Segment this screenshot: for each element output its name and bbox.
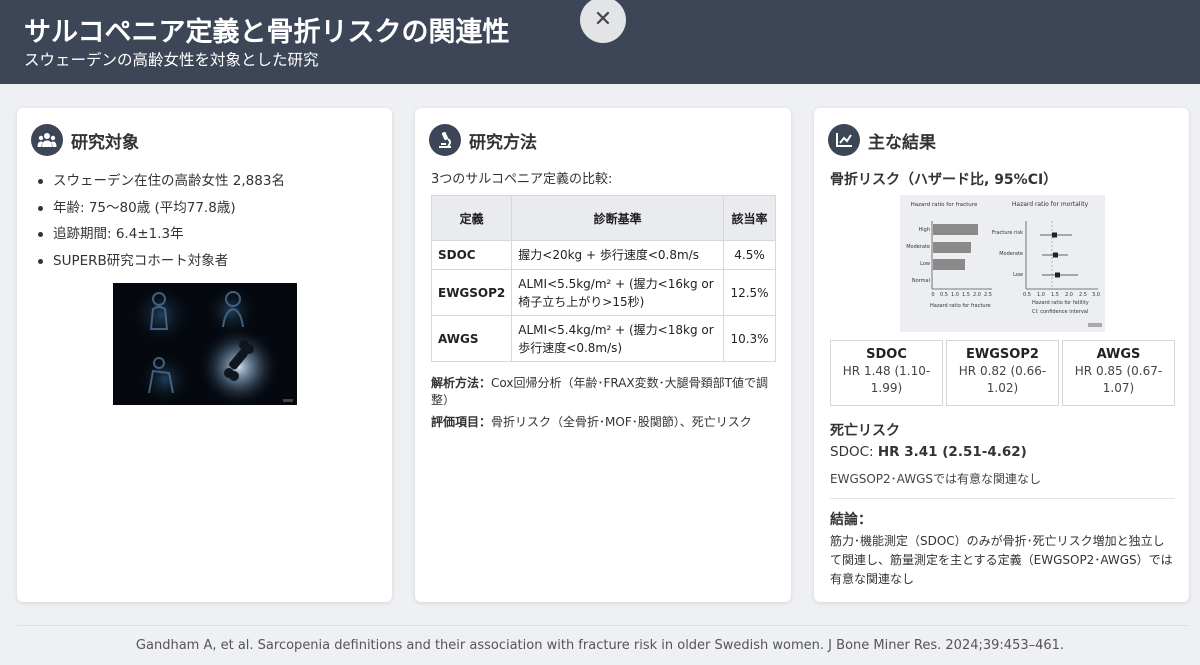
point (1055, 272, 1060, 278)
definition-name: AWGS (430, 315, 513, 362)
mortality-prefix: SDOC: (830, 444, 878, 460)
line-chart-icon (828, 124, 860, 156)
right-row-label: Fracture risk (992, 230, 1023, 236)
citation: Gandham A, et al. Sarcopenia definitions… (135, 638, 1065, 653)
list-item: スウェーデン在住の高齢女性 2,883名 (37, 168, 377, 195)
column-header: 定義 (430, 195, 513, 241)
definition-name: SDOC (866, 347, 907, 362)
table-row: SDOC 握力<20kg + 歩行速度<0.8m/s 4.5% (430, 240, 776, 270)
left-x-label: Hazard ratio for fracture (930, 303, 991, 309)
comparison-intro: 3つのサルコペニア定義の比較: (431, 172, 613, 187)
tick-label: 3.0 (1092, 292, 1100, 298)
tick-label: 1.0 (951, 292, 959, 298)
hazard-ratio: HR 0.85 (0.67-1.07) (1074, 364, 1163, 395)
outcome-label: 評価項目： (431, 415, 492, 429)
mortality-risk-label: 死亡リスク (830, 423, 900, 439)
bar (933, 224, 978, 235)
tick-label: 2.0 (973, 292, 981, 298)
analysis-method: 解析方法：Cox回帰分析（年齢･FRAX変数･大腿骨頚部T値で調整） (431, 375, 776, 409)
page-title: サルコペニア定義と骨折リスクの関連性 (24, 17, 510, 48)
card-title: 主な結果 (868, 132, 936, 153)
table-header-row: 定義 診断基準 該当率 (430, 195, 776, 241)
hr-card-ewgsop2: EWGSOP2 HR 0.82 (0.66-1.02) (946, 340, 1059, 406)
mortality-hr: SDOC: HR 3.41 (2.51-4.62) (830, 444, 1027, 460)
diagnostic-criteria: 握力<20kg + 歩行速度<0.8m/s (511, 240, 724, 270)
right-figure-title: Hazard ratio for mortality (1012, 201, 1089, 208)
microscope-icon (429, 124, 461, 156)
card-title: 研究対象 (71, 132, 139, 153)
outcome-text: 骨折リスク（全骨折･MOF･股関節）、死亡リスク (491, 415, 752, 429)
definition-name: EWGSOP2 (966, 347, 1039, 362)
left-row-label: Low (920, 261, 930, 267)
card-header: 主な結果 (828, 124, 936, 156)
tick-label: 1.5 (962, 292, 970, 298)
card-title: 研究方法 (469, 132, 537, 153)
definition-name: AWGS (1096, 347, 1141, 362)
point (1053, 252, 1058, 258)
definition-name: EWGSOP2 (430, 269, 513, 316)
prevalence: 4.5% (723, 240, 776, 270)
left-row-label: Normal (912, 278, 930, 284)
list-item: SUPERB研究コホート対象者 (37, 248, 377, 275)
tick-label: 1.0 (1037, 292, 1045, 298)
users-icon (31, 124, 63, 156)
tick-label: 2.5 (984, 292, 992, 298)
list-item: 追跡期間: 6.4±1.3年 (37, 221, 377, 248)
diagnostic-criteria: ALMI<5.5kg/m² + (握力<16kg or 椅子立ち上がり>15秒) (511, 269, 724, 316)
prevalence: 12.5% (723, 269, 776, 316)
left-row-label: Moderate (906, 244, 930, 250)
subject-list: スウェーデン在住の高齢女性 2,883名 年齢: 75～80歳 (平均77.8歳… (37, 168, 377, 274)
hazard-ratio: HR 0.82 (0.66-1.02) (958, 364, 1047, 395)
tick-label: 2.0 (1065, 292, 1073, 298)
column-header: 診断基準 (511, 195, 724, 241)
mortality-value: HR 3.41 (2.51-4.62) (877, 444, 1027, 460)
definitions-table: 定義 診断基準 該当率 SDOC 握力<20kg + 歩行速度<0.8m/s 4… (430, 195, 776, 362)
diagnostic-criteria: ALMI<5.4kg/m² + (握力<18kg or 歩行速度<0.8m/s) (511, 315, 724, 362)
column-header: 該当率 (723, 195, 776, 241)
hr-card-sdoc: SDOC HR 1.48 (1.10-1.99) (830, 340, 943, 406)
hr-card-awgs: AWGS HR 0.85 (0.67-1.07) (1062, 340, 1175, 406)
study-subjects-card: 研究対象 スウェーデン在住の高齢女性 2,883名 年齢: 75～80歳 (平均… (17, 108, 392, 602)
hazard-ratio-figure: Hazard ratio for fracture Hazard ratio f… (900, 195, 1105, 332)
tick-label: 1.5 (1051, 292, 1059, 298)
mortality-note: EWGSOP2･AWGSでは有意な関連なし (830, 472, 1042, 486)
card-header: 研究方法 (429, 124, 537, 156)
ci-note: CI: confidence interval (1032, 309, 1088, 315)
definition-name: SDOC (430, 240, 513, 270)
study-methods-card: 研究方法 3つのサルコペニア定義の比較: 定義 診断基準 該当率 SDOC 握力… (415, 108, 791, 602)
card-header: 研究対象 (31, 124, 139, 156)
left-row-label: High (919, 227, 931, 233)
tick-label: 0 (931, 292, 934, 298)
bar (933, 259, 965, 270)
tick-label: 2.5 (1079, 292, 1087, 298)
bar (933, 242, 971, 253)
hazard-ratio: HR 1.48 (1.10-1.99) (842, 364, 931, 395)
table-row: EWGSOP2 ALMI<5.5kg/m² + (握力<16kg or 椅子立ち… (430, 269, 776, 316)
table-row: AWGS ALMI<5.4kg/m² + (握力<18kg or 歩行速度<0.… (430, 315, 776, 362)
tick-label: 0.5 (940, 292, 948, 298)
main-results-card: 主な結果 骨折リスク（ハザード比, 95%CI） Hazard ratio fo… (814, 108, 1189, 602)
conclusion-text: 筋力･機能測定（SDOC）のみが骨折･死亡リスク増加と独立して関連し、筋量測定を… (830, 534, 1173, 586)
left-figure-title: Hazard ratio for fracture (911, 202, 978, 208)
list-item: 年齢: 75～80歳 (平均77.8歳) (37, 195, 377, 222)
hazard-ratio-summary: SDOC HR 1.48 (1.10-1.99) EWGSOP2 HR 0.82… (830, 340, 1175, 406)
right-row-label: Low (1013, 272, 1023, 278)
outcome-measures: 評価項目：骨折リスク（全骨折･MOF･股関節）、死亡リスク (431, 414, 776, 431)
divider (17, 625, 1189, 626)
right-x-label: Hazard ratio for fatility (1032, 300, 1089, 306)
elderly-women-illustration (113, 283, 297, 405)
page-subtitle: スウェーデンの高齢女性を対象とした研究 (24, 51, 319, 69)
prevalence: 10.3% (723, 315, 776, 362)
fracture-risk-label: 骨折リスク（ハザード比, 95%CI） (830, 172, 1058, 188)
divider (830, 498, 1175, 499)
analysis-label: 解析方法： (431, 376, 492, 390)
tick-label: 0.5 (1023, 292, 1031, 298)
point (1052, 232, 1057, 238)
right-row-label: Moderate (999, 251, 1023, 257)
conclusion-label: 結論： (830, 512, 872, 528)
